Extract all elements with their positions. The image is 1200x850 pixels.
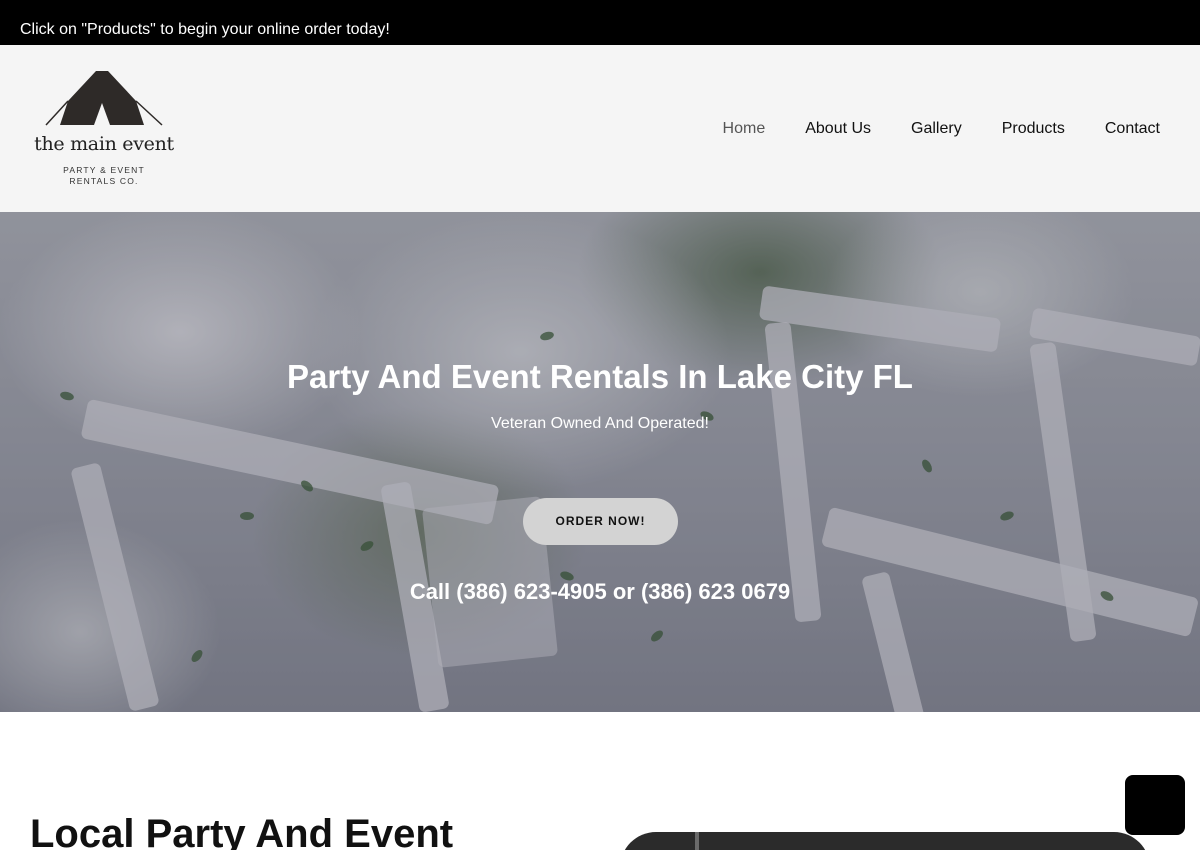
main-nav: Home About Us Gallery Products Contact	[723, 119, 1160, 139]
section-image	[620, 832, 1150, 850]
nav-about-us[interactable]: About Us	[805, 119, 871, 139]
announcement-bar: Click on "Products" to begin your online…	[0, 0, 1200, 45]
logo-tagline-line1: PARTY & EVENT	[63, 165, 145, 175]
nav-products[interactable]: Products	[1002, 119, 1065, 139]
nav-gallery[interactable]: Gallery	[911, 119, 962, 139]
section-heading: Local Party And Event	[30, 812, 454, 850]
announcement-text: Click on "Products" to begin your online…	[20, 21, 390, 38]
site-header: the main event PARTY & EVENT RENTALS CO.…	[0, 45, 1200, 212]
logo-name: the main event	[34, 133, 174, 155]
order-now-button[interactable]: ORDER NOW!	[523, 498, 678, 545]
hero-banner: Party And Event Rentals In Lake City FL …	[0, 212, 1200, 712]
chat-widget-button[interactable]	[1125, 775, 1185, 835]
hero-subtitle: Veteran Owned And Operated!	[491, 415, 709, 432]
site-logo[interactable]: the main event PARTY & EVENT RENTALS CO.	[34, 67, 174, 192]
tent-icon	[45, 71, 163, 126]
nav-contact[interactable]: Contact	[1105, 119, 1160, 139]
nav-home[interactable]: Home	[723, 119, 766, 139]
hero-title: Party And Event Rentals In Lake City FL	[287, 358, 913, 395]
logo-tagline-line2: RENTALS CO.	[69, 176, 139, 186]
hero-phone-numbers[interactable]: Call (386) 623-4905 or (386) 623 0679	[0, 579, 1200, 605]
